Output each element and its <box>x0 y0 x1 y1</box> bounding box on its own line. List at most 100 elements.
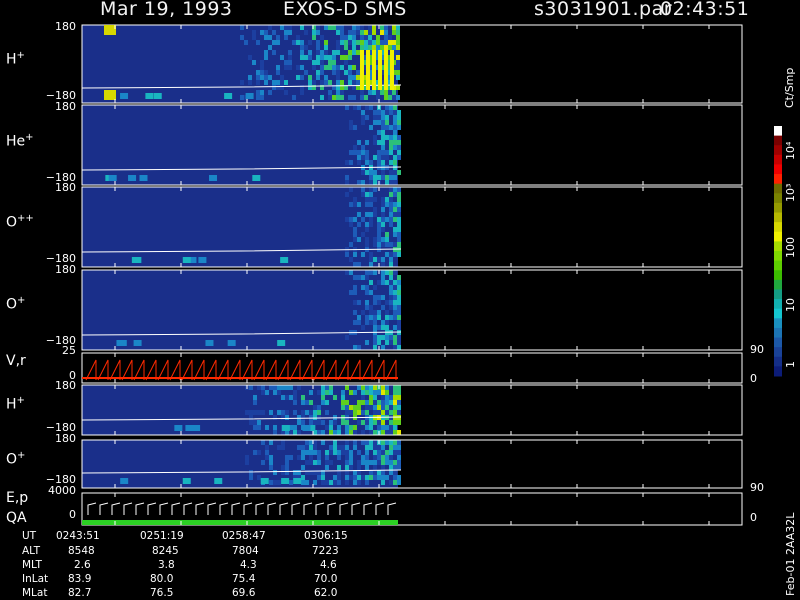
panel-o-plusplus-cell <box>349 242 353 247</box>
panel-o-plus-cell <box>365 315 369 320</box>
panel-o-plusplus-cell <box>357 262 361 267</box>
panel-h-plus-2-cell <box>277 385 281 390</box>
panel-o-plus-2-cell <box>385 450 389 455</box>
panel-h-plus-cell <box>384 95 388 100</box>
panel-o-plus-cell <box>381 280 385 285</box>
panel-o-plus-2-cell <box>345 465 349 470</box>
panel-he-plus-cell <box>389 160 393 165</box>
panel-h-plus-2-cell <box>377 425 381 430</box>
panel-o-plus-2-cell <box>305 440 309 445</box>
panel-h-plus-2-cell <box>329 385 333 390</box>
panel-h-plus-2-cell <box>369 400 373 405</box>
footer-label-ut: UT <box>22 530 37 542</box>
panel-o-plus-cell <box>393 305 397 310</box>
panel-o-plusplus-cell <box>385 237 389 242</box>
panel-h-plus-cell <box>384 25 388 30</box>
panel-o-plusplus-cell <box>377 257 381 262</box>
panel-o-plus-cell <box>365 340 369 345</box>
panel-h-plus-cell <box>348 70 352 75</box>
panel-he-plus-cell <box>349 150 353 155</box>
panel-h-plus-cell <box>340 95 344 100</box>
panel-h-plus-2-cell <box>393 400 397 405</box>
h-plus-feature <box>104 25 116 35</box>
panel-he-plus-cell <box>373 140 377 145</box>
panel-h-plus-2-cell <box>353 410 357 415</box>
panel-o-plus-cell <box>365 285 369 290</box>
panel-o-plusplus-cell <box>381 257 385 262</box>
panel-o-plus-2-cell <box>249 470 253 475</box>
panel-o-plus-cell <box>373 295 377 300</box>
panel-h-plus-2-cell <box>301 415 305 420</box>
panel-o-plus-cell <box>397 345 401 350</box>
panel-h-plus-2-cell <box>381 430 385 435</box>
panel-h-plus-cell <box>384 45 388 50</box>
panel-he-plus-cell <box>385 135 389 140</box>
colorbar-segment <box>774 251 782 262</box>
panel-he-plus-cell <box>381 145 385 150</box>
panel-he-plus-cell <box>361 150 365 155</box>
panel-he-plus-cell <box>361 115 365 120</box>
panel-o-plus-2-cell <box>381 470 385 475</box>
panel-o-plusplus-cell <box>353 202 357 207</box>
panel-h-plus-2-cell <box>381 405 385 410</box>
panel-h-plus-cell <box>368 45 372 50</box>
panel-o-plus-cell <box>381 295 385 300</box>
panel-h-plus-cell <box>396 45 400 50</box>
panel-h-plus-2-cell <box>369 395 373 400</box>
panel-o-plusplus-blob <box>280 257 289 263</box>
panel-he-plus-cell <box>373 155 377 160</box>
panel-h-plus-2-cell <box>381 395 385 400</box>
ep-trace <box>387 502 397 515</box>
panel-h-plus-2-cell <box>301 420 305 425</box>
panel-o-plusplus-cell <box>365 237 369 242</box>
panel-o-plus-cell <box>357 345 361 350</box>
panel-he-plus-cell <box>393 155 397 160</box>
right-tick-0: 0 <box>750 372 757 385</box>
panel-he-plus-cell <box>349 160 353 165</box>
panel-h-plus-cell <box>332 65 336 70</box>
panel-o-plus-cell <box>397 305 401 310</box>
footer-inlat-3: 70.0 <box>314 573 338 585</box>
panel-o-plus-2-cell <box>285 470 289 475</box>
panel-o-plus-cell <box>385 320 389 325</box>
panel-o-plus-2-cell <box>357 460 361 465</box>
panel-o-plus-cell <box>377 335 381 340</box>
panel-o-plus-cell <box>365 270 369 275</box>
panel-he-plus-cell <box>389 180 393 185</box>
panel-h-plus-cell <box>376 45 380 50</box>
panel-o-plusplus-cell <box>389 242 393 247</box>
panel-h-plus-2-cell <box>357 400 361 405</box>
panel-h-plus-2-cell <box>321 400 325 405</box>
panel-o-plus-cell <box>349 290 353 295</box>
panel-o-plusplus-cell <box>369 217 373 222</box>
panel-h-plus-2-cell <box>385 410 389 415</box>
panel-o-plus-2-cell <box>301 475 305 480</box>
panel-h-plus-cell <box>268 25 272 30</box>
panel-o-plusplus-cell <box>385 202 389 207</box>
panel-o-plus-2-cell <box>377 445 381 450</box>
panel-o-plus-cell <box>389 270 393 275</box>
ep-trace <box>267 502 277 515</box>
panel-h-plus-2-cell <box>353 425 357 430</box>
footer-label-mlt: MLT <box>22 559 42 571</box>
panel-h-plus-2-cell <box>385 405 389 410</box>
footer-label-mlat: MLat <box>22 587 48 599</box>
panel-he-plus-cell <box>365 105 369 110</box>
panel-o-plusplus-cell <box>389 187 393 192</box>
panel-he-plus-cell <box>389 105 393 110</box>
panel-h-plus-cell <box>344 55 348 60</box>
panel-he-plus-cell <box>365 140 369 145</box>
panel-o-plus-blob <box>277 340 286 346</box>
panel-o-plus-2-cell <box>325 455 329 460</box>
panel-o-plusplus-cell <box>385 252 389 257</box>
panel-h-plus-2-cell <box>377 420 381 425</box>
panel-h-plus-cell <box>276 65 280 70</box>
panel-o-plus-2-cell <box>245 460 249 465</box>
panel-h-plus-cell <box>372 40 376 45</box>
panel-o-plus-cell <box>365 290 369 295</box>
colorbar-segment <box>774 126 782 137</box>
panel-o-plus-cell <box>365 300 369 305</box>
colorbar-segment <box>774 337 782 348</box>
panel-he-plus-cell <box>377 150 381 155</box>
panel-o-plus-2-cell <box>377 455 381 460</box>
